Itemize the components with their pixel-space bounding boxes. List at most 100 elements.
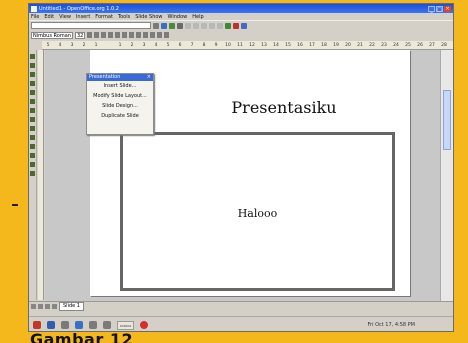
standard-toolbar (29, 20, 453, 30)
horizontal-ruler: 5 4 3 2 1 1 2 3 4 5 6 7 8 9 10 11 12 13 14 15 16 17 18 19 20 21 22… (42, 41, 453, 50)
rectangle-icon[interactable] (30, 81, 35, 86)
gallery-icon[interactable] (233, 22, 239, 29)
navigator-icon[interactable] (225, 22, 231, 29)
next-slide-icon[interactable] (45, 304, 50, 309)
paste-icon[interactable] (201, 22, 207, 29)
decrease-spacing-icon[interactable] (157, 32, 163, 38)
select-icon[interactable] (30, 54, 35, 59)
window-title: Untitled1 - OpenOffice.org 1.0.2 (39, 5, 119, 12)
menu-insert[interactable]: Insert (76, 14, 90, 20)
edit-file-icon[interactable] (161, 22, 167, 29)
bullets-icon[interactable] (143, 32, 149, 38)
lines-icon[interactable] (30, 117, 35, 122)
menu-item-duplicate-slide[interactable]: Duplicate Slide (87, 111, 153, 121)
taskbar-clock: Fri Oct 17, 4:58 PM (367, 322, 415, 328)
menu-edit[interactable]: Edit (44, 14, 54, 20)
close-button[interactable]: × (444, 5, 451, 12)
curve-icon[interactable] (30, 108, 35, 113)
ruler-number: 3 (70, 43, 74, 48)
ruler-number: 15 (285, 43, 291, 48)
last-slide-icon[interactable] (52, 304, 57, 309)
menu-view[interactable]: View (59, 14, 71, 20)
align-right-icon[interactable] (129, 32, 135, 38)
ellipse-icon[interactable] (30, 90, 35, 95)
ruler-number: 23 (381, 43, 387, 48)
insert-icon[interactable] (30, 162, 35, 167)
connector-icon[interactable] (30, 126, 35, 131)
presentation-menu-title: Presentation (89, 74, 121, 80)
menu-item-modify-slide-layout[interactable]: Modify Slide Layout... (87, 91, 153, 101)
italic-icon[interactable] (94, 32, 100, 38)
load-url-icon[interactable] (153, 22, 159, 29)
scrollbar-thumb[interactable] (443, 90, 451, 150)
minimize-button[interactable]: _ (428, 5, 435, 13)
align-center-icon[interactable] (122, 32, 128, 38)
app-icon (31, 5, 37, 12)
justify-icon[interactable] (136, 32, 142, 38)
menu-file[interactable]: File (31, 14, 39, 20)
menu-tools[interactable]: Tools (118, 14, 130, 20)
ruler-number: 4 (58, 43, 62, 48)
font-name-select[interactable]: Nimbus Roman (31, 31, 73, 39)
format-toolbar: Nimbus Roman 32 (29, 30, 453, 40)
mail-icon[interactable] (89, 321, 97, 329)
font-color-icon[interactable] (164, 32, 170, 38)
menu-window[interactable]: Window (168, 14, 188, 20)
ruler-number: 5 (166, 43, 170, 48)
help-icon[interactable] (241, 22, 247, 29)
terminal-icon[interactable] (61, 321, 69, 329)
text-icon[interactable] (30, 72, 35, 77)
cut-icon[interactable] (185, 22, 191, 29)
maximize-button[interactable]: □ (436, 5, 443, 13)
ruler-number: 5 (46, 43, 50, 48)
alignment-icon[interactable] (30, 144, 35, 149)
zoom-icon[interactable] (30, 63, 35, 68)
slide-tab[interactable]: Slide 1 (59, 302, 84, 311)
ruler-number: 19 (333, 43, 339, 48)
menu-help[interactable]: Help (192, 14, 203, 20)
close-icon[interactable]: × (147, 74, 151, 81)
office-icon[interactable] (103, 321, 111, 329)
slide-content-box[interactable]: Halooo (120, 132, 395, 291)
redo-icon[interactable] (217, 22, 223, 29)
font-size-select[interactable]: 32 (74, 31, 86, 39)
ruler-number: 2 (82, 43, 86, 48)
figure-caption: Gambar 12 (30, 330, 134, 343)
ruler-number: 3 (142, 43, 146, 48)
stop-icon[interactable] (140, 321, 149, 329)
ruler-number: 16 (297, 43, 303, 48)
rotate-icon[interactable] (30, 135, 35, 140)
menu-format[interactable]: Format (95, 14, 113, 20)
menu-item-slide-design[interactable]: Slide Design... (87, 101, 153, 111)
arrange-icon[interactable] (30, 153, 35, 158)
first-slide-icon[interactable] (31, 304, 36, 309)
ruler-number: 25 (405, 43, 411, 48)
menu-slide-show[interactable]: Slide Show (135, 14, 162, 20)
effects-icon[interactable] (30, 171, 35, 176)
3d-objects-icon[interactable] (30, 99, 35, 104)
ruler-number: 29 (450, 41, 453, 49)
ruler-number: 1 (94, 43, 98, 48)
undo-icon[interactable] (209, 22, 215, 29)
align-left-icon[interactable] (115, 32, 121, 38)
main-toolbar (29, 50, 37, 300)
slide-content-text[interactable]: Halooo (123, 207, 392, 220)
browser-icon[interactable] (75, 321, 83, 329)
bold-icon[interactable] (87, 32, 93, 38)
prev-slide-icon[interactable] (38, 304, 43, 309)
increase-spacing-icon[interactable] (150, 32, 156, 38)
underline-icon[interactable] (101, 32, 107, 38)
shadow-icon[interactable] (108, 32, 114, 38)
menu-item-insert-slide[interactable]: Insert Slide... (87, 81, 153, 91)
ruler-number: 13 (261, 43, 267, 48)
home-icon[interactable] (47, 321, 55, 329)
save-icon[interactable] (169, 22, 175, 29)
ruler-number: 28 (441, 43, 447, 48)
url-input[interactable] (31, 22, 151, 29)
task-button-presentation[interactable]: ▭▭▭ (117, 320, 135, 330)
vertical-scrollbar[interactable] (440, 50, 453, 301)
slide-tabs-bar: Slide 1 (29, 301, 453, 311)
start-icon[interactable] (33, 321, 41, 329)
print-icon[interactable] (177, 22, 183, 29)
copy-icon[interactable] (193, 22, 199, 29)
